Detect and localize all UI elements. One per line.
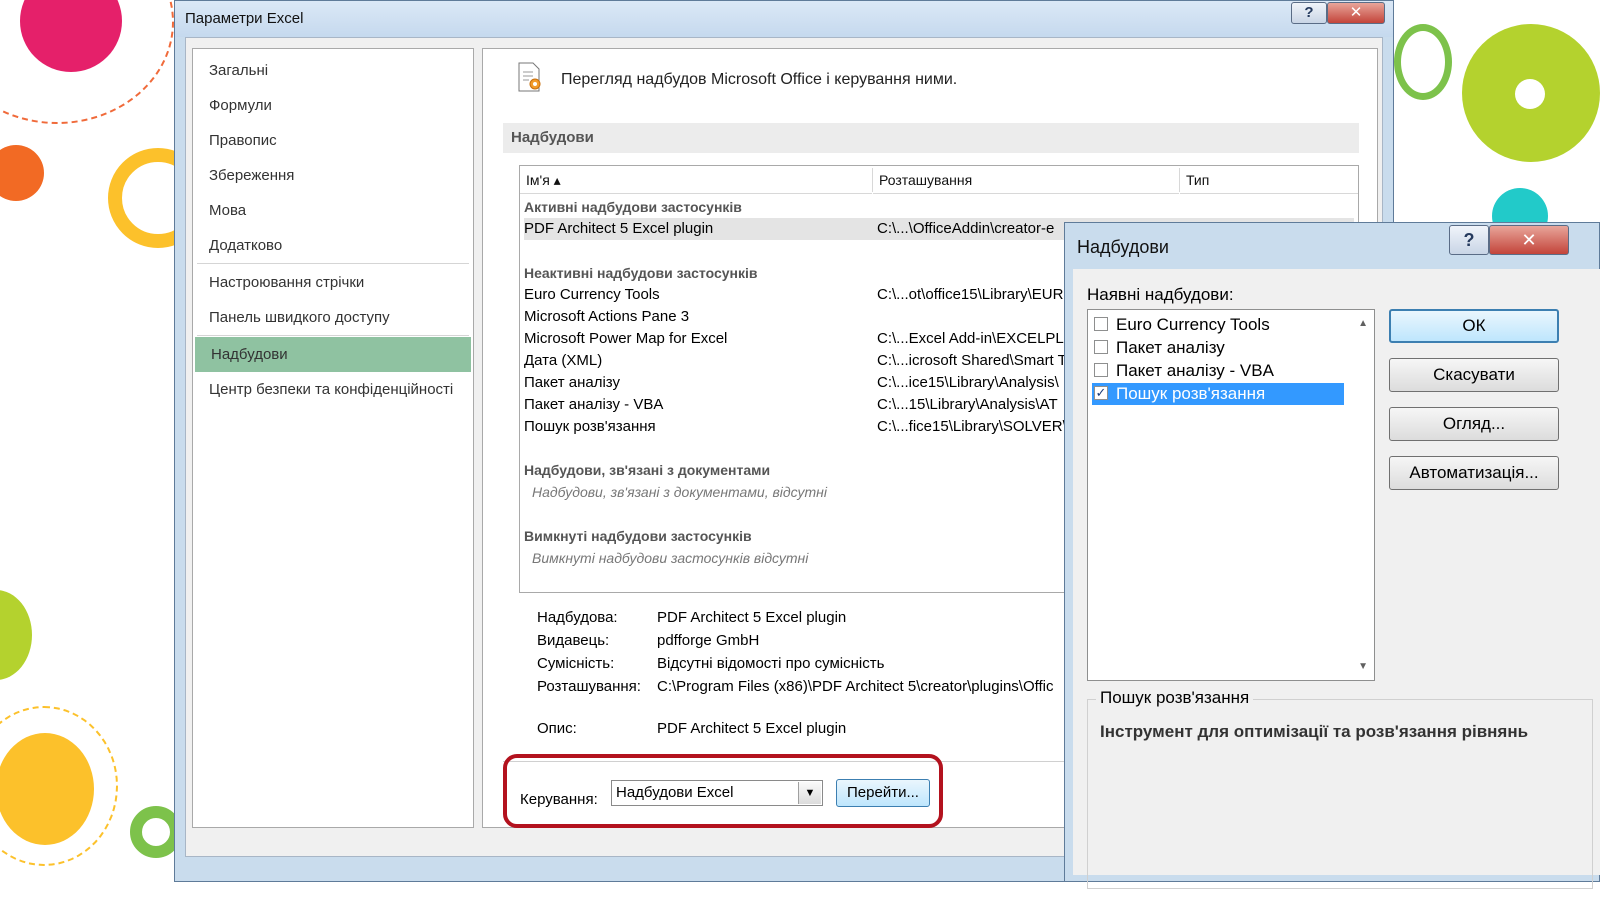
list-item-label: Euro Currency Tools <box>1116 315 1270 334</box>
detail-addin-value: PDF Architect 5 Excel plugin <box>657 609 847 626</box>
decorative-green-ring <box>1394 24 1452 100</box>
row-location: C:\...ot\office15\Library\EUR <box>877 286 1064 303</box>
ok-button[interactable]: ОК <box>1389 309 1559 343</box>
addins-gear-icon <box>518 62 541 92</box>
addin-description-text: Інструмент для оптимізації та розв'язанн… <box>1100 722 1529 741</box>
nav-divider <box>197 263 469 264</box>
detail-compat-value: Відсутні відомості про сумісність <box>657 655 885 672</box>
close-icon: ✕ <box>1521 230 1537 250</box>
row-location: C:\...Excel Add-in\EXCELPLU <box>877 330 1075 347</box>
nav-item-quick-access-toolbar[interactable]: Панель швидкого доступу <box>193 300 473 335</box>
cancel-button[interactable]: Скасувати <box>1389 358 1559 392</box>
scroll-up-icon[interactable]: ▲ <box>1358 318 1368 329</box>
row-location: C:\...ice15\Library\Analysis\ <box>877 374 1059 391</box>
help-button[interactable]: ? <box>1291 2 1327 24</box>
row-name: PDF Architect 5 Excel plugin <box>524 220 714 237</box>
detail-description-label: Опис: <box>537 720 577 737</box>
checkbox[interactable] <box>1094 317 1108 331</box>
row-name: Дата (XML) <box>524 352 603 369</box>
row-name: Euro Currency Tools <box>524 286 660 303</box>
nav-item-proofing[interactable]: Правопис <box>193 123 473 158</box>
available-addins-label: Наявні надбудови: <box>1087 285 1234 304</box>
checkbox-checked[interactable]: ✓ <box>1094 386 1108 400</box>
decorative-lime-circle-left <box>0 590 32 680</box>
addins-dialog-body: Наявні надбудови: Euro Currency Tools Па… <box>1073 269 1600 889</box>
addins-dialog-title: Надбудови <box>1077 237 1169 257</box>
checkbox[interactable] <box>1094 340 1108 354</box>
section-title: Надбудови <box>511 129 594 146</box>
close-icon: ✕ <box>1349 4 1363 21</box>
available-addins-list[interactable]: Euro Currency Tools Пакет аналізу Пакет … <box>1087 309 1375 681</box>
browse-button[interactable]: Огляд... <box>1389 407 1559 441</box>
nav-divider <box>197 335 469 336</box>
list-item[interactable]: Euro Currency Tools <box>1092 314 1344 336</box>
row-location: C:\...\OfficeAddin\creator-e <box>877 220 1055 237</box>
list-item[interactable]: Пакет аналізу <box>1092 337 1344 359</box>
column-header-type[interactable]: Тип <box>1180 166 1358 194</box>
row-location: C:\...15\Library\Analysis\AT <box>877 396 1058 413</box>
detail-publisher-label: Видавець: <box>537 632 610 649</box>
detail-compat-label: Сумісність: <box>537 655 615 672</box>
help-icon: ? <box>1304 4 1314 21</box>
nav-item-addins[interactable]: Надбудови <box>195 337 471 372</box>
detail-addin-label: Надбудова: <box>537 609 618 626</box>
nav-item-customize-ribbon[interactable]: Настроювання стрічки <box>193 265 473 300</box>
automation-button[interactable]: Автоматизація... <box>1389 456 1559 490</box>
decorative-white-dot <box>1515 79 1545 109</box>
list-item[interactable]: ✓ Пошук розв'язання <box>1092 383 1344 405</box>
row-name: Microsoft Actions Pane 3 <box>524 308 690 325</box>
panel-heading: Перегляд надбудов Microsoft Office і кер… <box>561 71 958 88</box>
list-item-label: Пакет аналізу <box>1116 338 1225 357</box>
checkmark-icon: ✓ <box>1095 385 1107 400</box>
checkbox[interactable] <box>1094 363 1108 377</box>
detail-description-value: PDF Architect 5 Excel plugin <box>657 720 847 737</box>
row-name: Пошук розв'язання <box>524 418 656 435</box>
group-header-active: Активні надбудови застосунків <box>524 199 742 215</box>
list-item-label: Пакет аналізу - VBA <box>1116 361 1274 380</box>
detail-location-value: C:\Program Files (x86)\PDF Architect 5\c… <box>657 678 1054 695</box>
list-item-label: Пошук розв'язання <box>1116 384 1266 403</box>
list-item[interactable]: Пакет аналізу - VBA <box>1092 360 1344 382</box>
addin-description-title: Пошук розв'язання <box>1096 688 1254 708</box>
decorative-orange-circle <box>0 145 44 201</box>
options-nav: Загальні Формули Правопис Збереження Мов… <box>192 48 474 828</box>
nav-item-formulas[interactable]: Формули <box>193 88 473 123</box>
row-name: Microsoft Power Map for Excel <box>524 330 728 347</box>
detail-publisher-value: pdfforge GmbH <box>657 632 760 649</box>
decorative-yellow-circle <box>0 733 94 845</box>
addin-description-group: Пошук розв'язання Інструмент для оптиміз… <box>1087 688 1593 889</box>
row-name: Пакет аналізу - VBA <box>524 396 664 413</box>
column-header-location[interactable]: Розташування <box>873 166 1179 194</box>
window-title: Параметри Excel <box>185 10 304 27</box>
column-header-name[interactable]: Ім'я ▴ <box>520 166 872 194</box>
nav-item-trust-center[interactable]: Центр безпеки та конфіденційності <box>193 372 473 407</box>
highlight-annotation <box>503 754 943 828</box>
close-button[interactable]: ✕ <box>1327 2 1385 24</box>
nav-item-language[interactable]: Мова <box>193 193 473 228</box>
dialog-help-button[interactable]: ? <box>1449 225 1489 255</box>
section-header: Надбудови <box>503 123 1359 153</box>
nav-item-advanced[interactable]: Додатково <box>193 228 473 263</box>
dialog-close-button[interactable]: ✕ <box>1489 225 1569 255</box>
help-icon: ? <box>1463 230 1475 250</box>
addins-dialog: Надбудови ? ✕ Наявні надбудови: Euro Cur… <box>1064 222 1600 889</box>
row-location: C:\...fice15\Library\SOLVER\ <box>877 418 1067 435</box>
scroll-down-icon[interactable]: ▼ <box>1358 661 1368 672</box>
nav-item-general[interactable]: Загальні <box>193 53 473 88</box>
row-name: Пакет аналізу <box>524 374 620 391</box>
detail-location-label: Розташування: <box>537 678 641 695</box>
row-location: C:\...icrosoft Shared\Smart T <box>877 352 1067 369</box>
nav-item-save[interactable]: Збереження <box>193 158 473 193</box>
title-bar: Параметри Excel ? ✕ <box>175 1 1393 37</box>
